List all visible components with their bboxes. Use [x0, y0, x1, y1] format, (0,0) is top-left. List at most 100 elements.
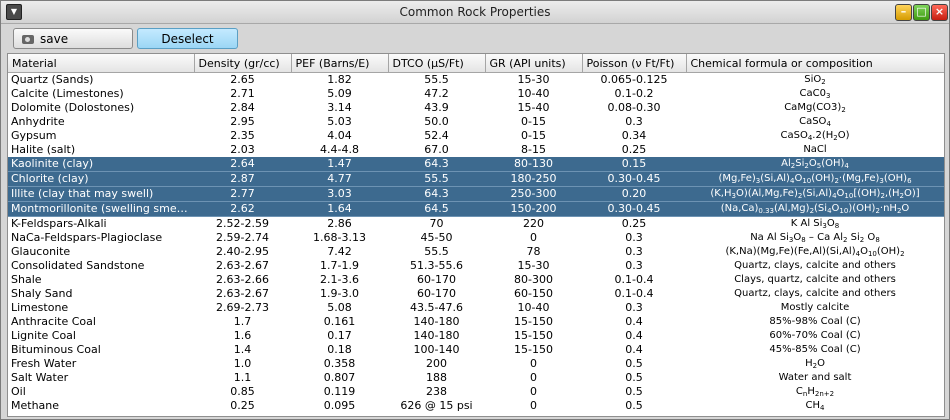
table-cell: CnH2n+2 — [795, 386, 835, 398]
table-row[interactable]: Consolidated Sandstone 2.63-2.67 1.7-1.9 51… — [8, 259, 944, 273]
table-cell: 0.1-0.4 — [614, 273, 654, 286]
table-cell: 15-150 — [514, 329, 553, 342]
table-cell: 2.64 — [194, 157, 291, 172]
minimize-button[interactable]: – — [895, 4, 912, 21]
table-cell: Calcite (Limestones) — [11, 87, 124, 100]
table-cell: 64.5 — [388, 201, 485, 217]
table-row[interactable]: K-Feldspars-Alkali 2.52-2.59 2.86 70 220 0.25… — [8, 217, 944, 232]
table-row[interactable]: Chlorite (clay) 2.87 4.77 55.5 180-250 0.30-0… — [8, 171, 944, 187]
table-cell: 0.3 — [625, 259, 643, 272]
table-cell: 60%-70% Coal (C) — [769, 330, 861, 341]
table-cell: 85%-98% Coal (C) — [769, 316, 861, 327]
table-cell: 1.68-3.13 — [313, 231, 366, 244]
table-cell: 0 — [530, 357, 537, 370]
table-cell: 3.03 — [291, 186, 388, 202]
table-cell: 0.3 — [625, 245, 643, 258]
table-row[interactable]: Anhydrite 2.95 5.03 50.0 0-15 0.3 CaSO4 — [8, 115, 944, 129]
table-cell: 15-40 — [517, 101, 550, 114]
table-row[interactable]: Dolomite (Dolostones) 2.84 3.14 43.9 15-40 0.… — [8, 101, 944, 115]
table-row[interactable]: Methane 0.25 0.095 626 @ 15 psi 0 0.5 CH4 — [8, 399, 944, 413]
table-cell: 0.15 — [582, 157, 686, 172]
table-cell: Halite (salt) — [11, 143, 76, 156]
table-cell: 0.17 — [327, 329, 352, 342]
table-cell: 47.2 — [424, 87, 449, 100]
table-cell: 2.65 — [230, 73, 255, 86]
table-cell: 70 — [429, 217, 444, 230]
table-row[interactable]: Salt Water 1.1 0.807 188 0 0.5 Water and salt — [8, 371, 944, 385]
table-row[interactable]: Limestone 2.69-2.73 5.08 43.5-47.6 10-40 0.3 M… — [8, 301, 944, 315]
table-cell: 2.77 — [194, 186, 291, 202]
table-cell: SiO2 — [804, 74, 826, 86]
table-cell: 60-170 — [417, 287, 456, 300]
column-header[interactable]: GR (API units) — [485, 54, 583, 73]
table-cell: (Mg,Fe)3(Si,Al)4O10(OH)2·(Mg,Fe)3(OH)6 — [686, 171, 944, 187]
table-cell: 60-150 — [514, 287, 553, 300]
table-cell: 2.1-3.6 — [320, 273, 359, 286]
window-title: Common Rock Properties — [399, 5, 551, 19]
table-row[interactable]: Oil 0.85 0.119 238 0 0.5 CnH2n+2 — [8, 385, 944, 399]
table-row[interactable]: Lignite Coal 1.6 0.17 140-180 15-150 0.4 60%-7… — [8, 329, 944, 343]
table-row[interactable]: Gypsum 2.35 4.04 52.4 0-15 0.34 CaSO4.2(H2O) — [8, 129, 944, 143]
table-row[interactable]: Anthracite Coal 1.7 0.161 140-180 15-150 0.4 8… — [8, 315, 944, 329]
table-cell: 15-30 — [517, 73, 550, 86]
column-header[interactable]: Chemical formula or composition — [686, 54, 944, 73]
table-cell: 0-15 — [521, 115, 546, 128]
table-cell: 15-30 — [517, 259, 550, 272]
table-cell: 0.065-0.125 — [600, 73, 668, 86]
column-header[interactable]: PEF (Barns/E) — [291, 54, 389, 73]
table-cell: Methane — [11, 399, 60, 412]
column-header[interactable]: Material — [8, 54, 195, 73]
toolbar: save snapshot Deselect Rows — [1, 24, 949, 67]
table-row[interactable]: Calcite (Limestones) 2.71 5.09 47.2 10-40 0.1… — [8, 87, 944, 101]
table-row[interactable]: Quartz (Sands) 2.65 1.82 55.5 15-30 0.065-0.1… — [8, 73, 944, 88]
rock-properties-table[interactable]: Material Density (gr/cc) PEF (Barns/E) DTCO… — [7, 53, 945, 417]
table-row[interactable]: Montmorillonite (swelling smectite) 2.62 1… — [8, 201, 944, 217]
close-button[interactable]: × — [931, 4, 948, 21]
table-cell: Kaolinite (clay) — [8, 157, 194, 172]
table-row[interactable]: Kaolinite (clay) 2.64 1.47 64.3 80-130 0.15 Al… — [8, 157, 944, 172]
table-cell: 2.62 — [194, 201, 291, 217]
table-cell: 0.3 — [625, 301, 643, 314]
table-cell: Gypsum — [11, 129, 57, 142]
table-cell: 1.82 — [327, 73, 352, 86]
table-row[interactable]: Halite (salt) 2.03 4.4-4.8 67.0 8-15 0.25 NaCl — [8, 143, 944, 157]
table-cell: Shale — [11, 273, 42, 286]
table-row[interactable]: Illite (clay that may swell) 2.77 3.03 64.3… — [8, 186, 944, 202]
deselect-rows-button[interactable]: Deselect Rows — [137, 28, 238, 67]
table-cell: 238 — [426, 385, 447, 398]
table-cell: 51.3-55.6 — [410, 259, 463, 272]
table-cell: 2.86 — [327, 217, 352, 230]
table-cell: 52.4 — [424, 129, 449, 142]
table-cell: 2.52-2.59 — [216, 217, 269, 230]
table-cell: 10-40 — [517, 301, 550, 314]
table-cell: 0.4 — [625, 343, 643, 356]
table-cell: 4.4-4.8 — [320, 143, 359, 156]
table-cell: Quartz, clays, calcite and others — [734, 260, 896, 271]
table-row[interactable]: Bituminous Coal 1.4 0.18 100-140 15-150 0.4 45… — [8, 343, 944, 357]
table-cell: 0.5 — [625, 357, 643, 370]
maximize-button[interactable]: □ — [913, 4, 930, 21]
table-cell: 2.03 — [230, 143, 255, 156]
table-cell: Bituminous Coal — [11, 343, 101, 356]
table-cell: 5.09 — [327, 87, 352, 100]
table-cell: 0 — [530, 371, 537, 384]
table-cell: 180-250 — [485, 171, 582, 187]
column-header[interactable]: DTCO (μS/Ft) — [388, 54, 486, 73]
table-cell: CaC03 — [799, 88, 831, 100]
table-cell: 2.63-2.67 — [216, 287, 269, 300]
save-snapshot-button[interactable]: save snapshot — [13, 28, 133, 67]
column-header[interactable]: Poisson (ν Ft/Ft) — [582, 54, 687, 73]
table-row[interactable]: Fresh Water 1.0 0.358 200 0 0.5 H2O — [8, 357, 944, 371]
table-row[interactable]: Shaly Sand 2.63-2.67 1.9-3.0 60-170 60-150 0.… — [8, 287, 944, 301]
table-row[interactable]: NaCa-Feldspars-Plagioclase 2.59-2.74 1.68-… — [8, 231, 944, 245]
column-header[interactable]: Density (gr/cc) — [194, 54, 292, 73]
table-header-row: Material Density (gr/cc) PEF (Barns/E) DTCO… — [8, 54, 944, 73]
table-cell: 1.64 — [291, 201, 388, 217]
table-row[interactable]: Shale 2.63-2.66 2.1-3.6 60-170 80-300 0.1-0.4… — [8, 273, 944, 287]
table-cell: 1.7 — [233, 315, 252, 328]
table-cell: 0.807 — [323, 371, 356, 384]
table-cell: 0 — [530, 385, 537, 398]
table-row[interactable]: Glauconite 2.40-2.95 7.42 55.5 78 0.3 (K,Na)(M… — [8, 245, 944, 259]
table-cell: 2.63-2.67 — [216, 259, 269, 272]
table-cell: 0 — [530, 231, 537, 244]
